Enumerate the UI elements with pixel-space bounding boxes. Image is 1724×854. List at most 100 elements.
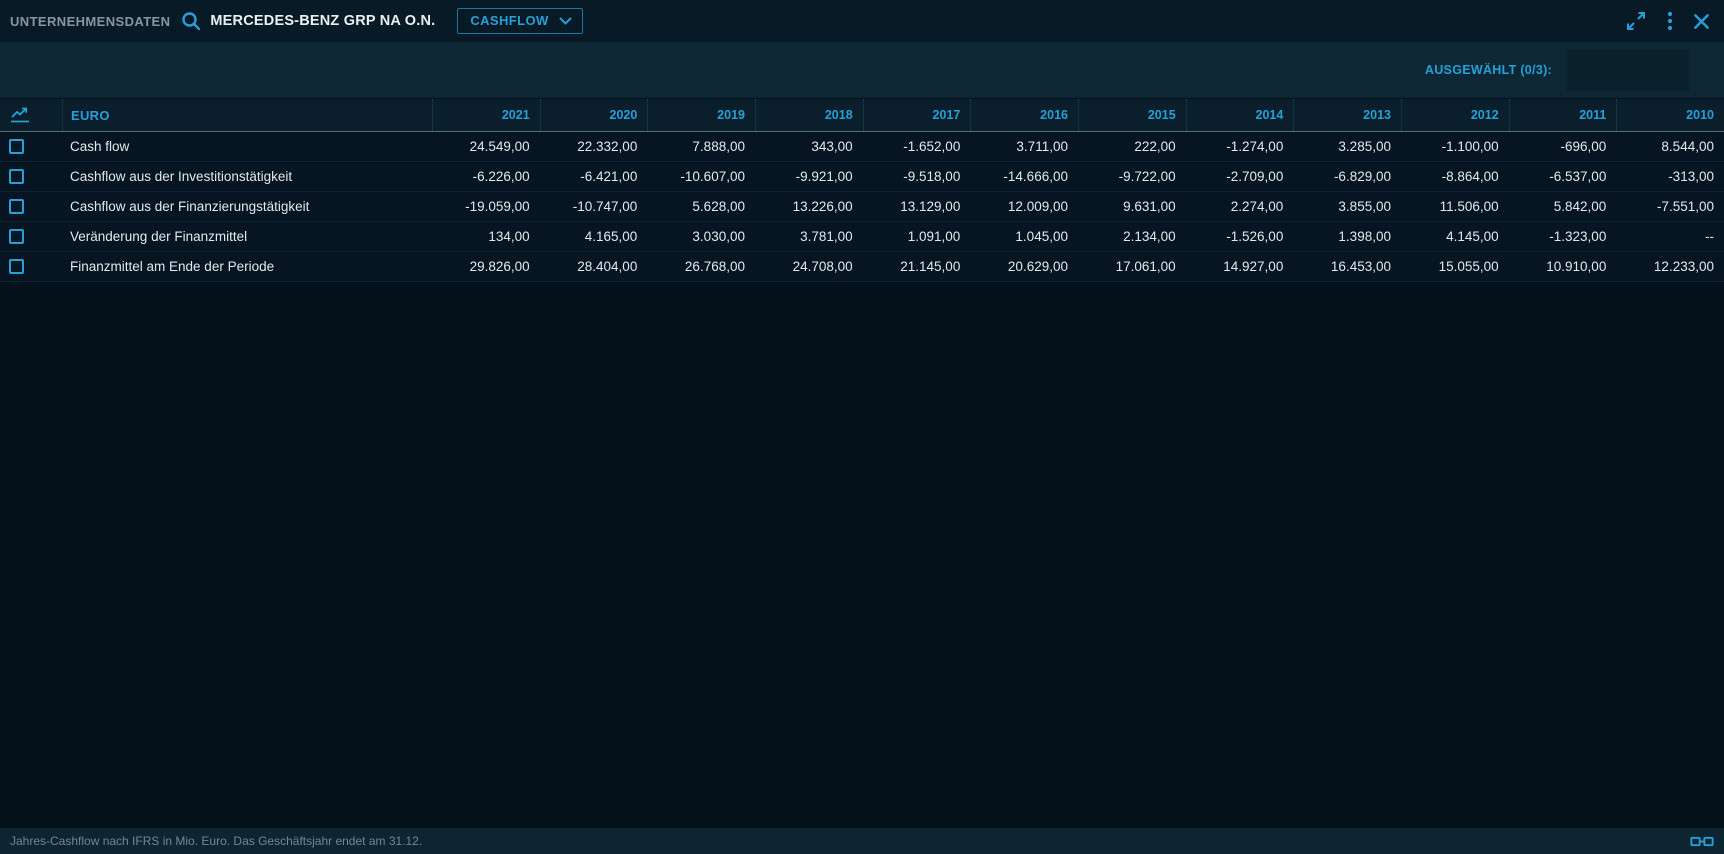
row-checkbox-cell — [0, 229, 62, 244]
table-header-row: EURO 20212020201920182017201620152014201… — [0, 98, 1724, 132]
value-cell: -9.518,00 — [863, 169, 971, 184]
close-icon[interactable] — [1693, 13, 1710, 30]
value-cell: -6.829,00 — [1293, 169, 1401, 184]
value-cell: -313,00 — [1616, 169, 1724, 184]
value-cell: 24.549,00 — [432, 139, 540, 154]
row-checkbox[interactable] — [9, 259, 24, 274]
value-cell: -1.274,00 — [1186, 139, 1294, 154]
selected-items-area — [1566, 49, 1690, 91]
link-icon[interactable] — [1690, 835, 1714, 848]
value-cell: 12.233,00 — [1616, 259, 1724, 274]
value-cell: 4.165,00 — [540, 229, 648, 244]
value-cell: -- — [1616, 229, 1724, 244]
value-cell: 343,00 — [755, 139, 863, 154]
table-row: Finanzmittel am Ende der Periode29.826,0… — [0, 252, 1724, 282]
app-title: UNTERNEHMENSDATEN — [10, 14, 170, 29]
value-cell: 3.855,00 — [1293, 199, 1401, 214]
value-cell: 26.768,00 — [647, 259, 755, 274]
row-checkbox[interactable] — [9, 169, 24, 184]
value-cell: 20.629,00 — [970, 259, 1078, 274]
table-row: Veränderung der Finanzmittel134,004.165,… — [0, 222, 1724, 252]
value-cell: 3.711,00 — [970, 139, 1078, 154]
value-cell: -696,00 — [1509, 139, 1617, 154]
value-cell: 3.285,00 — [1293, 139, 1401, 154]
value-cell: 8.544,00 — [1616, 139, 1724, 154]
value-cell: -9.722,00 — [1078, 169, 1186, 184]
row-checkbox-cell — [0, 139, 62, 154]
value-cell: 11.506,00 — [1401, 199, 1509, 214]
instrument-name: MERCEDES-BENZ GRP NA O.N. — [210, 13, 435, 29]
footnote: Jahres-Cashflow nach IFRS in Mio. Euro. … — [10, 834, 422, 848]
value-cell: 5.842,00 — [1509, 199, 1617, 214]
table-body: Cash flow24.549,0022.332,007.888,00343,0… — [0, 132, 1724, 282]
row-checkbox-cell — [0, 199, 62, 214]
value-cell: -14.666,00 — [970, 169, 1078, 184]
value-cell: -1.526,00 — [1186, 229, 1294, 244]
value-cell: 134,00 — [432, 229, 540, 244]
year-column-header: 2013 — [1293, 99, 1401, 131]
row-checkbox[interactable] — [9, 139, 24, 154]
search-icon[interactable] — [180, 10, 202, 32]
value-cell: -10.607,00 — [647, 169, 755, 184]
table-row: Cash flow24.549,0022.332,007.888,00343,0… — [0, 132, 1724, 162]
value-cell: 28.404,00 — [540, 259, 648, 274]
year-column-header: 2021 — [432, 99, 540, 131]
value-cell: -10.747,00 — [540, 199, 648, 214]
value-cell: 9.631,00 — [1078, 199, 1186, 214]
value-cell: 14.927,00 — [1186, 259, 1294, 274]
expand-icon[interactable] — [1625, 10, 1647, 32]
row-label: Finanzmittel am Ende der Periode — [62, 259, 432, 274]
selected-count-label: AUSGEWÄHLT (0/3): — [1425, 63, 1552, 77]
value-cell: 29.826,00 — [432, 259, 540, 274]
value-cell: 3.030,00 — [647, 229, 755, 244]
value-cell: 4.145,00 — [1401, 229, 1509, 244]
value-cell: 1.091,00 — [863, 229, 971, 244]
value-cell: 3.781,00 — [755, 229, 863, 244]
chart-icon[interactable] — [0, 99, 62, 131]
footer: Jahres-Cashflow nach IFRS in Mio. Euro. … — [0, 828, 1724, 854]
value-cell: -6.421,00 — [540, 169, 648, 184]
value-cell: 10.910,00 — [1509, 259, 1617, 274]
row-checkbox[interactable] — [9, 199, 24, 214]
value-cell: -6.537,00 — [1509, 169, 1617, 184]
value-cell: -1.100,00 — [1401, 139, 1509, 154]
year-column-header: 2010 — [1616, 99, 1724, 131]
year-column-header: 2018 — [755, 99, 863, 131]
table-row: Cashflow aus der Investitionstätigkeit-6… — [0, 162, 1724, 192]
value-cell: -19.059,00 — [432, 199, 540, 214]
year-column-header: 2019 — [647, 99, 755, 131]
row-label: Cashflow aus der Investitionstätigkeit — [62, 169, 432, 184]
kebab-menu-icon[interactable] — [1667, 10, 1673, 32]
value-cell: 22.332,00 — [540, 139, 648, 154]
value-cell: 12.009,00 — [970, 199, 1078, 214]
app-window: UNTERNEHMENSDATEN MERCEDES-BENZ GRP NA O… — [0, 0, 1724, 854]
value-cell: -1.652,00 — [863, 139, 971, 154]
value-cell: -6.226,00 — [432, 169, 540, 184]
value-cell: 17.061,00 — [1078, 259, 1186, 274]
row-checkbox-cell — [0, 259, 62, 274]
year-column-header: 2017 — [863, 99, 971, 131]
table-row: Cashflow aus der Finanzierungstätigkeit-… — [0, 192, 1724, 222]
value-cell: -8.864,00 — [1401, 169, 1509, 184]
value-cell: -1.323,00 — [1509, 229, 1617, 244]
value-cell: 222,00 — [1078, 139, 1186, 154]
value-cell: 15.055,00 — [1401, 259, 1509, 274]
value-cell: 1.045,00 — [970, 229, 1078, 244]
value-cell: 5.628,00 — [647, 199, 755, 214]
selection-toolbar: AUSGEWÄHLT (0/3): — [0, 42, 1724, 98]
row-label: Cash flow — [62, 139, 432, 154]
value-cell: -9.921,00 — [755, 169, 863, 184]
empty-area — [0, 282, 1724, 828]
row-checkbox-cell — [0, 169, 62, 184]
year-column-header: 2014 — [1186, 99, 1294, 131]
year-column-header: 2012 — [1401, 99, 1509, 131]
row-label: Cashflow aus der Finanzierungstätigkeit — [62, 199, 432, 214]
view-selector-dropdown[interactable]: CASHFLOW — [457, 8, 582, 34]
value-cell: 1.398,00 — [1293, 229, 1401, 244]
year-column-header: 2015 — [1078, 99, 1186, 131]
value-cell: -7.551,00 — [1616, 199, 1724, 214]
year-column-header: 2016 — [970, 99, 1078, 131]
chevron-down-icon — [559, 17, 572, 25]
year-column-header: 2011 — [1509, 99, 1617, 131]
row-checkbox[interactable] — [9, 229, 24, 244]
